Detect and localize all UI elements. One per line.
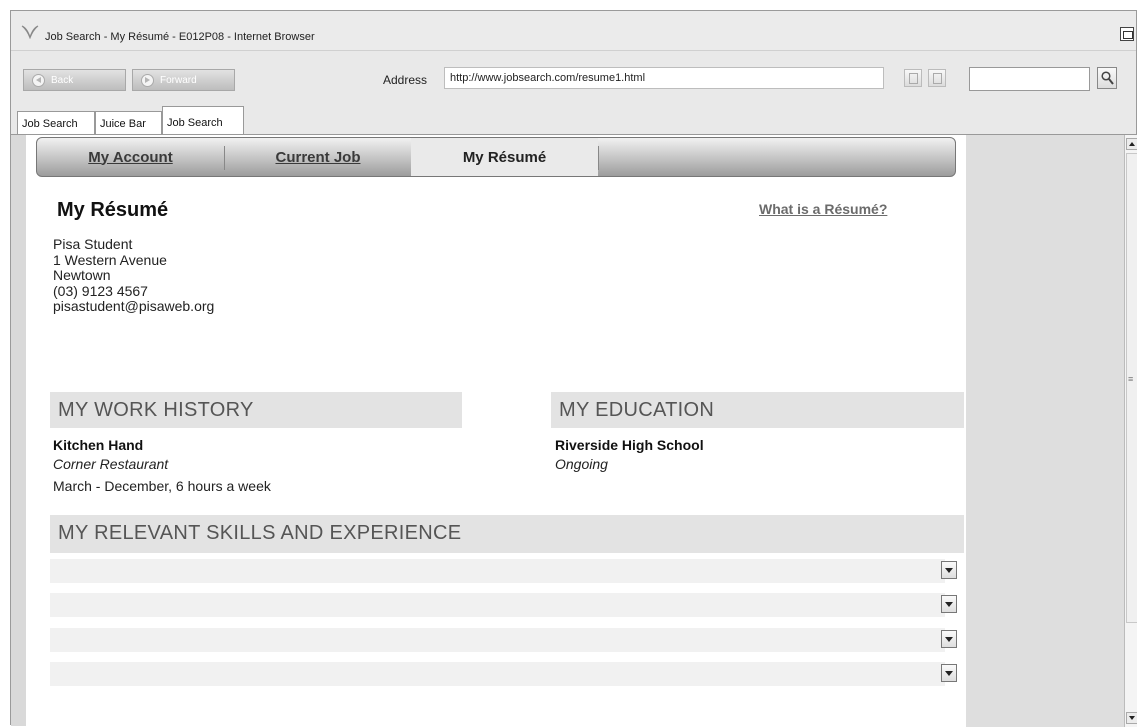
nav-my-account-label: My Account bbox=[88, 148, 173, 166]
dropdown-arrow-icon[interactable] bbox=[941, 664, 957, 682]
contact-name: Pisa Student bbox=[53, 236, 133, 252]
skill-row[interactable] bbox=[50, 662, 945, 686]
vertical-scrollbar[interactable] bbox=[1124, 135, 1137, 727]
tab-juice-bar[interactable]: Juice Bar bbox=[95, 111, 162, 134]
maximize-window-button[interactable] bbox=[1120, 27, 1134, 41]
window-title: Job Search - My Résumé - E012P08 - Inter… bbox=[45, 31, 315, 43]
forward-arrow-icon bbox=[141, 73, 154, 87]
tab-label: Job Search bbox=[22, 118, 78, 130]
skill-row[interactable] bbox=[50, 559, 945, 583]
dropdown-arrow-icon[interactable] bbox=[941, 595, 957, 613]
nav-my-resume-label: My Résumé bbox=[462, 148, 547, 166]
tab-job-search-1[interactable]: Job Search bbox=[17, 111, 95, 134]
resume-page: My Account Current Job My Résumé My Résu… bbox=[26, 135, 966, 727]
back-button[interactable]: Back bbox=[23, 69, 126, 91]
site-nav-bar: My Account Current Job My Résumé bbox=[36, 137, 956, 177]
contact-suburb: Newtown bbox=[53, 267, 111, 283]
skills-heading: MY RELEVANT SKILLS AND EXPERIENCE bbox=[50, 515, 964, 553]
browser-logo-icon bbox=[21, 25, 39, 39]
address-field[interactable]: http://www.jobsearch.com/resume1.html bbox=[444, 67, 884, 89]
back-arrow-icon bbox=[32, 73, 45, 87]
forward-button[interactable]: Forward bbox=[132, 69, 235, 91]
scroll-down-icon[interactable] bbox=[1126, 712, 1137, 724]
work-history-heading: MY WORK HISTORY bbox=[50, 392, 462, 428]
nav-my-resume[interactable]: My Résumé bbox=[411, 138, 598, 176]
dropdown-arrow-icon[interactable] bbox=[941, 561, 957, 579]
tab-label: Job Search bbox=[167, 117, 223, 129]
contact-address: 1 Western Avenue bbox=[53, 251, 167, 268]
paste-icon[interactable] bbox=[928, 69, 946, 87]
tab-label: Juice Bar bbox=[100, 118, 146, 130]
dropdown-arrow-icon[interactable] bbox=[941, 630, 957, 648]
contact-email: pisastudent@pisaweb.org bbox=[53, 298, 215, 314]
page-viewport: My Account Current Job My Résumé My Résu… bbox=[11, 134, 1137, 727]
contact-phone: (03) 9123 4567 bbox=[53, 282, 148, 299]
browser-tab-strip: Job Search Juice Bar Job Search bbox=[11, 104, 1136, 134]
education-school: Riverside High School bbox=[555, 437, 704, 453]
browser-window: Job Search - My Résumé - E012P08 - Inter… bbox=[10, 10, 1137, 727]
nav-my-account[interactable]: My Account bbox=[37, 138, 224, 176]
back-button-label: Back bbox=[51, 74, 74, 86]
search-field[interactable] bbox=[969, 67, 1090, 91]
title-bar: Job Search - My Résumé - E012P08 - Inter… bbox=[11, 11, 1136, 51]
education-status: Ongoing bbox=[555, 456, 608, 472]
work-employer: Corner Restaurant bbox=[53, 456, 169, 472]
nav-divider bbox=[598, 146, 599, 170]
page-margin bbox=[966, 135, 1124, 727]
education-heading: MY EDUCATION bbox=[551, 392, 964, 428]
tab-job-search-2[interactable]: Job Search bbox=[162, 106, 244, 134]
skill-row[interactable] bbox=[50, 593, 945, 617]
address-label: Address bbox=[383, 73, 428, 87]
what-is-resume-link[interactable]: What is a Résumé? bbox=[759, 201, 887, 217]
scroll-up-icon[interactable] bbox=[1126, 138, 1137, 150]
magnifier-icon bbox=[1101, 71, 1114, 85]
search-button[interactable] bbox=[1097, 67, 1117, 89]
copy-icon[interactable] bbox=[904, 69, 922, 87]
contact-details: Pisa Student 1 Western Avenue Newtown (0… bbox=[53, 236, 215, 315]
browser-toolbar: Back Forward Address http://www.jobsearc… bbox=[11, 51, 1136, 106]
work-period: March - December, 6 hours a week bbox=[53, 478, 271, 494]
page-title: My Résumé bbox=[57, 199, 169, 221]
scroll-thumb[interactable] bbox=[1126, 153, 1137, 623]
forward-button-label: Forward bbox=[160, 74, 197, 86]
skill-row[interactable] bbox=[50, 628, 945, 652]
nav-current-job[interactable]: Current Job bbox=[225, 138, 411, 176]
nav-current-job-label: Current Job bbox=[275, 148, 361, 166]
work-role: Kitchen Hand bbox=[53, 437, 144, 453]
